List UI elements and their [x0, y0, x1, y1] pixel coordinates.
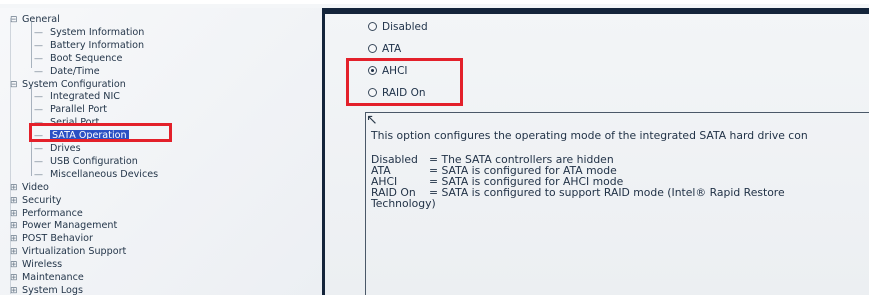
tree-item-label: System Configuration: [22, 78, 126, 90]
expand-icon[interactable]: ⊞: [10, 182, 22, 194]
def-value: = SATA is configured to support RAID mod…: [429, 186, 785, 199]
tree-branch-icon: —: [34, 53, 43, 64]
tree-item-date-time[interactable]: — Date/Time: [34, 66, 100, 78]
tree-item-label: Performance: [22, 207, 83, 219]
radio-option-ata[interactable]: ATA: [368, 42, 401, 56]
tree-item-usb-configuration[interactable]: — USB Configuration: [34, 156, 138, 168]
tree-item-battery-information[interactable]: — Battery Information: [34, 40, 144, 52]
tree-item-label: Virtualization Support: [22, 246, 127, 258]
highlight-box-options: [346, 58, 463, 106]
tree-item-general[interactable]: ⊟ General: [10, 14, 60, 26]
tree-item-video[interactable]: ⊞ Video: [10, 182, 49, 194]
tree-branch-icon: —: [34, 169, 43, 180]
help-intro: This option configures the operating mod…: [371, 129, 808, 142]
tree-item-label: Security: [22, 194, 62, 206]
def-continuation-text: Technology): [371, 197, 436, 210]
help-def-continuation: Technology): [371, 198, 436, 209]
tree-item-system-information[interactable]: — System Information: [34, 27, 144, 39]
tree-item-label: Miscellaneous Devices: [50, 168, 159, 180]
radio-icon: [368, 22, 377, 31]
tree-item-maintenance[interactable]: ⊞ Maintenance: [10, 272, 84, 284]
expand-icon[interactable]: ⊞: [10, 285, 22, 297]
panel-top-border: [325, 8, 869, 14]
tree-branch-icon: —: [34, 105, 43, 116]
collapse-icon[interactable]: ⊟: [10, 14, 22, 26]
tree-item-virtualization-support[interactable]: ⊞ Virtualization Support: [10, 246, 126, 258]
settings-tree: ⊟ General — System Information — Battery Info…: [0, 8, 325, 297]
tree-item-post-behavior[interactable]: ⊞ POST Behavior: [10, 233, 93, 245]
tree-item-label: USB Configuration: [50, 155, 138, 167]
tree-connector-line: [10, 18, 11, 294]
expand-icon[interactable]: ⊞: [10, 246, 22, 258]
tree-item-label: Wireless: [22, 259, 63, 271]
tree-item-label: Parallel Port: [50, 104, 108, 116]
tree-item-label: POST Behavior: [22, 233, 93, 245]
mouse-cursor-icon: ↖: [366, 112, 378, 128]
tree-item-label: Drives: [50, 143, 81, 154]
tree-item-system-logs[interactable]: ⊞ System Logs: [10, 285, 83, 297]
option-panel: Disabled ATA AHCI RAID On This option co…: [325, 8, 869, 295]
tree-item-label: Boot Sequence: [50, 52, 123, 64]
tree-item-label: Date/Time: [50, 65, 100, 77]
expand-icon[interactable]: ⊞: [10, 259, 22, 271]
tree-item-label: Power Management: [22, 220, 118, 232]
tree-item-system-configuration[interactable]: ⊟ System Configuration: [10, 79, 126, 91]
tree-branch-icon: —: [34, 40, 43, 51]
tree-item-wireless[interactable]: ⊞ Wireless: [10, 259, 62, 271]
expand-icon[interactable]: ⊞: [10, 233, 22, 245]
radio-icon: [368, 44, 377, 53]
radio-label: Disabled: [382, 21, 428, 33]
expand-icon[interactable]: ⊞: [10, 208, 22, 220]
tree-connector-line: [31, 22, 32, 68]
tree-item-security[interactable]: ⊞ Security: [10, 195, 61, 207]
tree-item-label: System Logs: [22, 284, 83, 296]
tree-item-label: Video: [22, 181, 49, 193]
tree-item-label: Battery Information: [50, 39, 145, 51]
tree-item-power-management[interactable]: ⊞ Power Management: [10, 220, 117, 232]
tree-branch-icon: —: [34, 66, 43, 77]
highlight-box-sata-operation: [29, 123, 172, 142]
tree-branch-icon: —: [34, 27, 43, 38]
tree-item-integrated-nic[interactable]: — Integrated NIC: [34, 91, 120, 103]
tree-item-label: Maintenance: [22, 272, 84, 283]
tree-item-miscellaneous-devices[interactable]: — Miscellaneous Devices: [34, 169, 158, 181]
radio-option-disabled[interactable]: Disabled: [368, 20, 428, 34]
bios-screen: ⊟ General — System Information — Battery Info…: [0, 4, 869, 297]
tree-item-performance[interactable]: ⊞ Performance: [10, 208, 83, 220]
expand-icon[interactable]: ⊞: [10, 195, 22, 207]
tree-item-label: General: [22, 14, 60, 25]
tree-branch-icon: —: [34, 144, 43, 154]
tree-item-boot-sequence[interactable]: — Boot Sequence: [34, 53, 122, 65]
tree-item-parallel-port[interactable]: — Parallel Port: [34, 104, 107, 116]
collapse-icon[interactable]: ⊟: [10, 79, 22, 91]
tree-item-label: Integrated NIC: [50, 91, 120, 103]
tree-item-drives[interactable]: — Drives: [34, 143, 81, 155]
tree-branch-icon: —: [34, 92, 43, 103]
help-text-box: This option configures the operating mod…: [365, 112, 869, 295]
expand-icon[interactable]: ⊞: [10, 272, 22, 284]
tree-branch-icon: —: [34, 156, 43, 167]
radio-label: ATA: [382, 43, 402, 55]
expand-icon[interactable]: ⊞: [10, 220, 22, 232]
tree-item-label: System Information: [50, 26, 145, 38]
